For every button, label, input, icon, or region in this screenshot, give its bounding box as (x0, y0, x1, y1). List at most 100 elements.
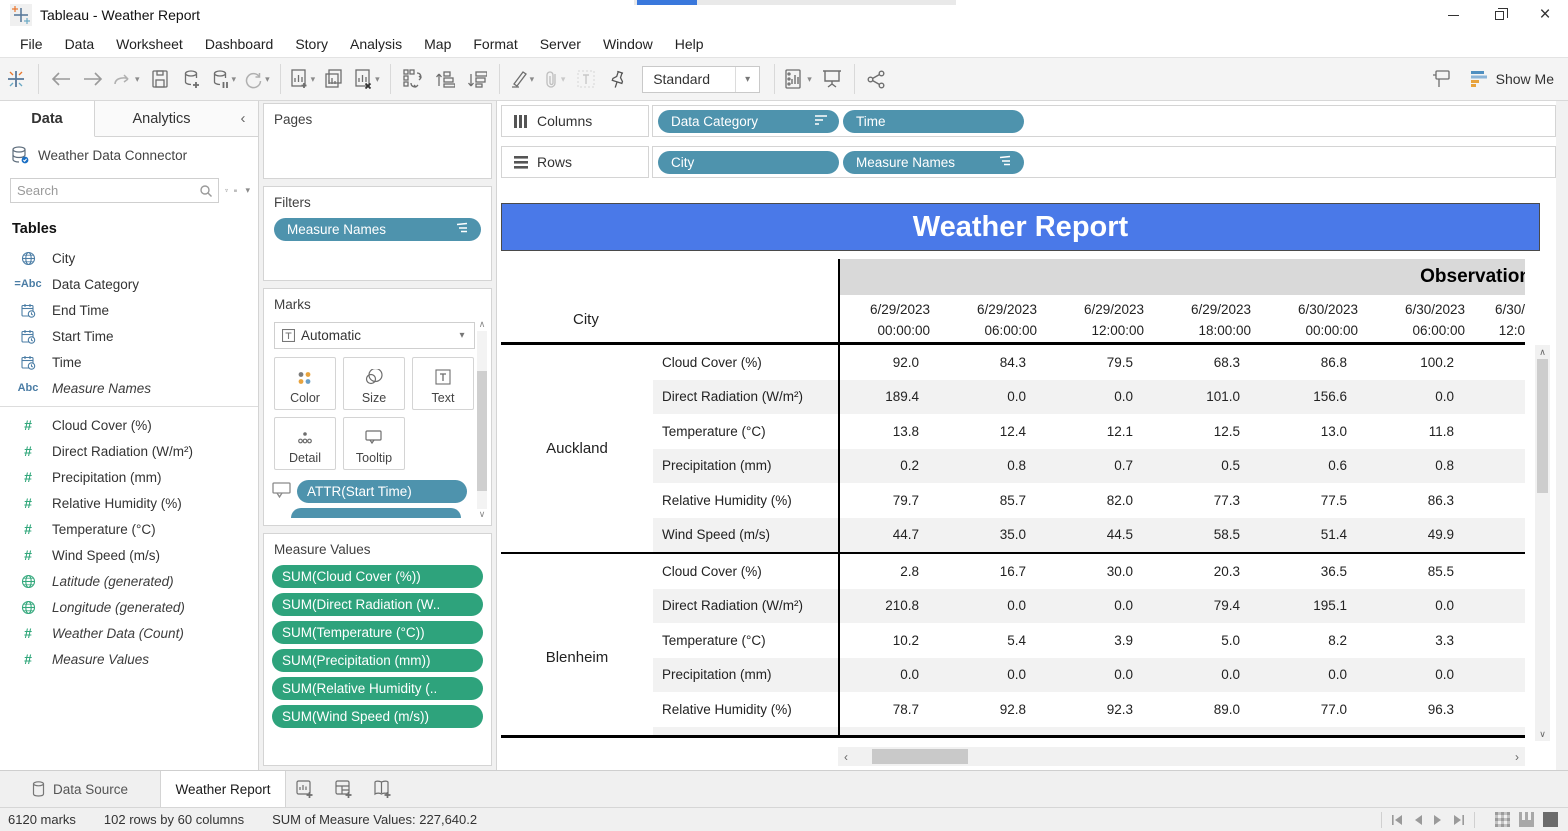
value-cell[interactable]: 12.4 (945, 424, 1052, 439)
attachment-button[interactable]: ▾ (538, 62, 570, 96)
clipped-pill[interactable] (291, 508, 461, 518)
mark-button-detail[interactable]: Detail (274, 417, 336, 470)
value-cell[interactable]: 0.0 (1159, 667, 1266, 682)
view-data-grid-icon[interactable] (234, 184, 237, 198)
value-cell[interactable]: 77.3 (1159, 493, 1266, 508)
data-source-connection[interactable]: Weather Data Connector (0, 137, 258, 170)
measure-label[interactable]: Precipitation (mm) (653, 667, 838, 682)
value-cell[interactable]: 0.6 (1266, 458, 1373, 473)
mark-button-tooltip[interactable]: Tooltip (343, 417, 405, 470)
data-category-band[interactable]: Observation (838, 259, 1525, 295)
time-header-cell[interactable]: 6/29/202300:00:00 (838, 295, 945, 342)
measure-label[interactable]: Cloud Cover (%) (653, 355, 838, 370)
presentation-mode-button[interactable] (816, 62, 848, 96)
value-cell[interactable]: 12.5 (1159, 424, 1266, 439)
first-page-icon[interactable] (1392, 815, 1404, 825)
value-cell[interactable]: 0.0 (945, 598, 1052, 613)
value-cell[interactable]: 189.4 (838, 389, 945, 404)
menu-format[interactable]: Format (462, 32, 528, 56)
minimize-button[interactable] (1430, 0, 1476, 30)
data-source-tab[interactable]: Data Source (0, 771, 160, 807)
mark-button-text[interactable]: Text (412, 357, 474, 410)
undo-redo-button[interactable]: ▾ (109, 62, 144, 96)
new-worksheet-tab-button[interactable] (286, 771, 325, 807)
horizontal-scrollbar[interactable]: ‹ › (838, 747, 1525, 766)
menu-data[interactable]: Data (54, 32, 106, 56)
field-precipitation-mm[interactable]: #Precipitation (mm) (0, 464, 258, 490)
scrollbar-thumb[interactable] (1537, 359, 1548, 493)
normal-view-icon[interactable] (1495, 812, 1510, 827)
field-measure-values[interactable]: #Measure Values (0, 646, 258, 672)
field-direct-radiation-w-m[interactable]: #Direct Radiation (W/m²) (0, 438, 258, 464)
search-input[interactable] (11, 183, 199, 198)
field-city[interactable]: City (0, 245, 258, 271)
field-start-time[interactable]: Start Time (0, 323, 258, 349)
value-cell[interactable]: 0.0 (1373, 389, 1480, 404)
measure-label[interactable]: Relative Humidity (%) (653, 702, 838, 717)
scroll-left-icon[interactable]: ‹ (838, 750, 854, 764)
forward-button[interactable] (77, 62, 109, 96)
value-cell[interactable]: 13.0 (1266, 424, 1373, 439)
value-cell[interactable]: 5.4 (945, 633, 1052, 648)
field-latitude-generated[interactable]: Latitude (generated) (0, 568, 258, 594)
value-cell[interactable]: 0.0 (945, 667, 1052, 682)
time-header-cell[interactable]: 6/30/202300:00:00 (1266, 295, 1373, 342)
city-label[interactable]: Blenheim (501, 554, 653, 738)
value-cell[interactable]: 0.0 (838, 667, 945, 682)
value-cell[interactable]: 92.0 (838, 355, 945, 370)
measure-value-pill-sum-temperature-c[interactable]: SUM(Temperature (°C)) (272, 621, 483, 644)
next-page-icon[interactable] (1433, 815, 1442, 825)
share-button[interactable] (861, 62, 893, 96)
value-cell[interactable]: 12.1 (1052, 424, 1159, 439)
value-cell[interactable]: 0.0 (1052, 667, 1159, 682)
measure-value-pill-sum-cloud-cover[interactable]: SUM(Cloud Cover (%)) (272, 565, 483, 588)
fit-mode-select[interactable]: Standard ▾ (642, 66, 760, 93)
value-cell[interactable]: 0.0 (1373, 667, 1480, 682)
field-data-category[interactable]: =AbcData Category (0, 271, 258, 297)
value-cell[interactable]: 10.2 (838, 633, 945, 648)
sort-ascending-button[interactable] (429, 62, 461, 96)
field-weather-data-count[interactable]: #Weather Data (Count) (0, 620, 258, 646)
field-measure-names[interactable]: AbcMeasure Names (0, 375, 258, 401)
clear-sheet-button[interactable]: ▾ (351, 62, 384, 96)
value-cell[interactable]: 49.9 (1373, 527, 1480, 542)
value-cell[interactable]: 210.8 (838, 598, 945, 613)
measure-label[interactable]: Temperature (°C) (653, 633, 838, 648)
menu-story[interactable]: Story (284, 32, 339, 56)
presentation-view-icon[interactable] (1543, 812, 1558, 827)
collapse-pane-button[interactable]: ‹ (228, 101, 258, 136)
time-header-cell[interactable]: 6/29/202306:00:00 (945, 295, 1052, 342)
save-button[interactable] (144, 62, 176, 96)
measure-value-pill-sum-precipitation-mm[interactable]: SUM(Precipitation (mm)) (272, 649, 483, 672)
value-cell[interactable]: 5.0 (1159, 633, 1266, 648)
sheet-tab-weather-report[interactable]: Weather Report (160, 771, 286, 807)
value-cell[interactable]: 78.7 (838, 702, 945, 717)
value-cell[interactable]: 13.8 (838, 424, 945, 439)
menu-analysis[interactable]: Analysis (339, 32, 413, 56)
menu-file[interactable]: File (9, 32, 54, 56)
measure-value-pill-sum-wind-speed-m-s[interactable]: SUM(Wind Speed (m/s)) (272, 705, 483, 728)
previous-page-icon[interactable] (1414, 815, 1423, 825)
measure-label[interactable]: Relative Humidity (%) (653, 493, 838, 508)
menu-map[interactable]: Map (413, 32, 462, 56)
value-cell[interactable]: 68.3 (1159, 355, 1266, 370)
scroll-up-icon[interactable]: ∧ (1539, 345, 1546, 359)
city-label[interactable]: Auckland (501, 345, 653, 552)
value-cell[interactable]: 20.3 (1159, 564, 1266, 579)
value-cell[interactable]: 100.2 (1373, 355, 1480, 370)
value-cell[interactable]: 0.8 (1373, 458, 1480, 473)
value-cell[interactable]: 11.8 (1373, 424, 1480, 439)
value-cell[interactable]: 36.5 (1266, 564, 1373, 579)
pause-auto-updates-button[interactable]: ▾ (208, 62, 241, 96)
marks-scrollbar[interactable]: ∧ ∨ (475, 319, 489, 521)
value-cell[interactable]: 0.0 (1266, 667, 1373, 682)
show-me-button[interactable]: Show Me (1471, 71, 1554, 87)
filter-fields-icon[interactable] (225, 183, 228, 198)
filter-pill-measure-names[interactable]: Measure Names (274, 218, 481, 241)
scrollbar-thumb[interactable] (477, 371, 487, 491)
value-cell[interactable]: 77.5 (1266, 493, 1373, 508)
value-cell[interactable]: 30.0 (1052, 564, 1159, 579)
new-dashboard-tab-button[interactable] (325, 771, 364, 807)
new-story-tab-button[interactable] (364, 771, 403, 807)
mark-button-size[interactable]: Size (343, 357, 405, 410)
